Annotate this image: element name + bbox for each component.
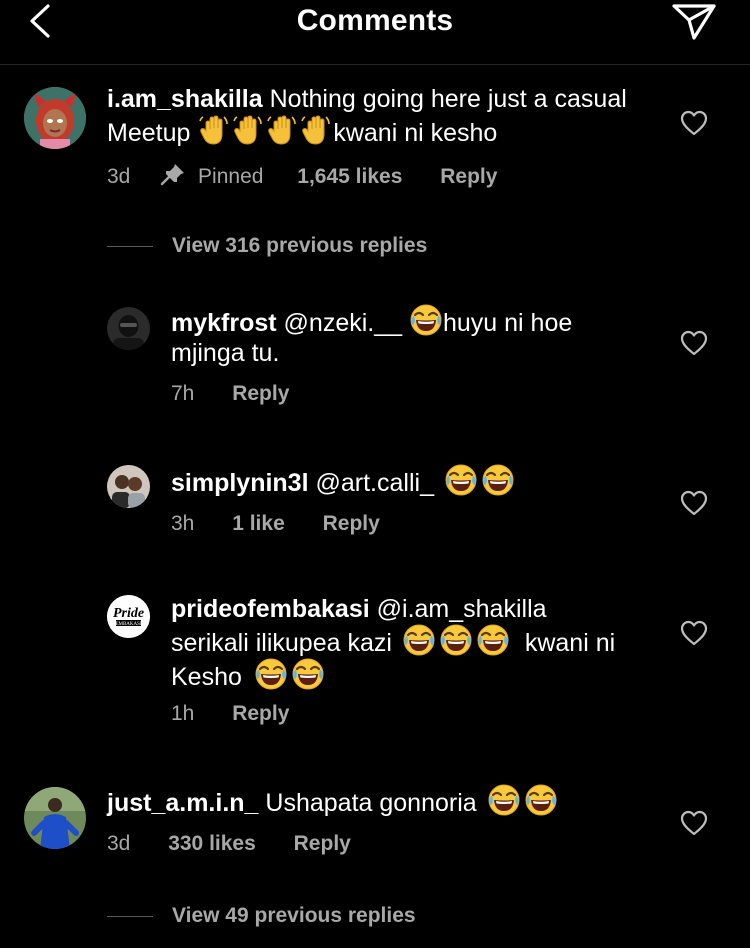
avatar[interactable] xyxy=(24,787,86,849)
mention-link[interactable]: @i.am_shakilla xyxy=(377,595,547,623)
avatar-illustration xyxy=(24,787,86,849)
comment-meta: 3d 330 likes Reply xyxy=(107,832,351,856)
comment-username[interactable]: just_a.m.i.n_ xyxy=(107,789,258,817)
avatar-illustration xyxy=(24,87,86,149)
paper-plane-icon[interactable] xyxy=(670,0,718,42)
view-replies-button[interactable]: View 316 previous replies xyxy=(107,234,427,258)
header-bar: Comments xyxy=(0,0,750,65)
laughing-tears-emoji-icon xyxy=(482,464,514,496)
pin-icon xyxy=(161,164,185,186)
comment-username[interactable]: mykfrost xyxy=(171,309,277,337)
comment-meta: 1h Reply xyxy=(171,702,289,726)
likes-count[interactable]: 330 likes xyxy=(168,832,256,856)
view-replies-button[interactable]: View 49 previous replies xyxy=(107,904,416,928)
comment-body: Ushapata gonnoria xyxy=(265,789,477,817)
mention-link[interactable]: @nzeki.__ xyxy=(284,309,403,337)
comment-meta: 7h Reply xyxy=(171,382,289,406)
reply-button[interactable]: Reply xyxy=(232,702,289,726)
comment-username[interactable]: i.am_shakilla xyxy=(107,85,263,113)
waving-hand-emoji-icon xyxy=(198,114,230,146)
laughing-tears-emoji-icon xyxy=(410,304,442,336)
comment-text: simplynin3l @art.calli_ xyxy=(171,464,641,498)
comment-meta: 3d Pinned 1,645 likes Reply xyxy=(107,162,497,189)
laughing-tears-emoji-icon xyxy=(488,784,520,816)
comment-meta: 3h 1 like Reply xyxy=(171,512,380,536)
comment-username[interactable]: prideofembakasi xyxy=(171,595,370,623)
pinned-label: Pinned xyxy=(198,165,264,188)
avatar-logo: Pride EMBAKASI xyxy=(107,595,150,638)
likes-count[interactable]: 1 like xyxy=(232,512,285,536)
comment-body: serikali ilikupea kazi xyxy=(171,629,392,657)
laughing-tears-emoji-icon xyxy=(477,624,509,656)
comment-body-last: Kesho xyxy=(171,663,242,691)
waving-hand-emoji-icon xyxy=(232,114,264,146)
heart-icon[interactable] xyxy=(680,810,708,836)
laughing-tears-emoji-icon xyxy=(403,624,435,656)
avatar[interactable]: Pride EMBAKASI xyxy=(107,595,150,638)
comment-text: just_a.m.i.n_ Ushapata gonnoria xyxy=(107,784,667,818)
laughing-tears-emoji-icon xyxy=(255,658,287,690)
comment-time: 3d xyxy=(107,165,131,188)
waving-hand-emoji-icon xyxy=(300,114,332,146)
view-replies-label: View 316 previous replies xyxy=(172,234,428,257)
comment-username[interactable]: simplynin3l xyxy=(171,469,309,497)
svg-text:Pride: Pride xyxy=(113,606,144,621)
laughing-tears-emoji-icon xyxy=(445,464,477,496)
laughing-tears-emoji-icon xyxy=(525,784,557,816)
waving-hand-emoji-icon xyxy=(266,114,298,146)
view-replies-label: View 49 previous replies xyxy=(172,904,416,927)
comment-body-end: kwani ni kesho xyxy=(333,119,498,147)
comment-time: 3h xyxy=(171,512,195,535)
reply-button[interactable]: Reply xyxy=(440,165,497,189)
laughing-tears-emoji-icon xyxy=(440,624,472,656)
heart-icon[interactable] xyxy=(680,110,708,136)
likes-count[interactable]: 1,645 likes xyxy=(297,165,402,189)
divider-line xyxy=(107,915,153,917)
avatar[interactable] xyxy=(107,307,150,350)
comment-text: i.am_shakilla Nothing going here just a … xyxy=(107,84,667,148)
heart-icon[interactable] xyxy=(680,620,708,646)
svg-text:EMBAKASI: EMBAKASI xyxy=(115,622,141,627)
comment-time: 3d xyxy=(107,832,131,855)
reply-button[interactable]: Reply xyxy=(323,512,380,536)
comment-body-end: kwani ni xyxy=(524,629,616,657)
comment-text: prideofembakasi @i.am_shakilla serikali … xyxy=(171,594,641,692)
avatar-illustration xyxy=(107,465,150,508)
comment-time: 7h xyxy=(171,382,195,405)
comment-text: mykfrost @nzeki.__ huyu ni hoe mjinga tu… xyxy=(171,304,641,368)
avatar[interactable] xyxy=(107,465,150,508)
page-title: Comments xyxy=(296,4,454,37)
avatar[interactable] xyxy=(24,87,86,149)
comment-time: 1h xyxy=(171,702,195,725)
avatar-illustration xyxy=(107,307,150,350)
reply-button[interactable]: Reply xyxy=(232,382,289,406)
divider-line xyxy=(107,245,153,247)
heart-icon[interactable] xyxy=(680,330,708,356)
mention-link[interactable]: @art.calli_ xyxy=(316,469,434,497)
laughing-tears-emoji-icon xyxy=(292,658,324,690)
reply-button[interactable]: Reply xyxy=(294,832,351,856)
heart-icon[interactable] xyxy=(680,490,708,516)
